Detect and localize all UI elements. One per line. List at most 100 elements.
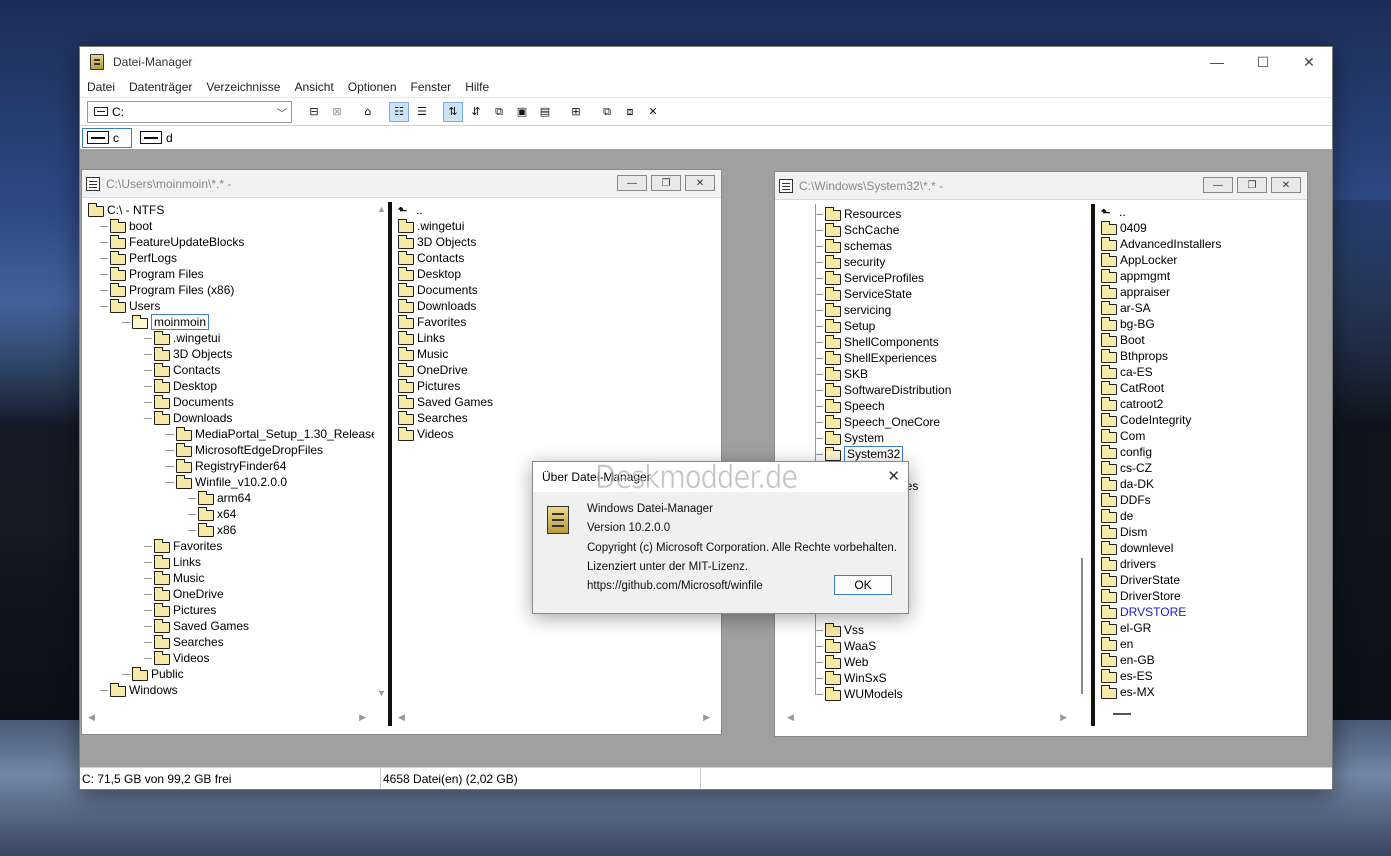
disconnect-network-drive-icon[interactable]: ⊠ — [327, 102, 347, 122]
tree-item[interactable]: C:\ - NTFS — [88, 202, 164, 218]
file-list-item[interactable]: bg-BG — [1101, 316, 1155, 332]
paste-icon[interactable]: ⧈ — [620, 102, 640, 122]
tree-item[interactable]: Public — [132, 666, 184, 682]
menu-hilfe[interactable]: Hilfe — [465, 80, 489, 94]
left-tree-pane[interactable]: C:\ - NTFS boot FeatureUpdateBlocks PerfLog… — [86, 202, 376, 714]
file-list-item[interactable]: drivers — [1101, 556, 1156, 572]
tree-item[interactable]: x64 — [198, 506, 236, 522]
tree-item[interactable]: PerfLogs — [110, 250, 177, 266]
file-list-item[interactable]: es-ES — [1101, 668, 1153, 684]
file-list-item[interactable]: AppLocker — [1101, 252, 1177, 268]
file-list-item[interactable]: cs-CZ — [1101, 460, 1152, 476]
tree-item[interactable]: boot — [110, 218, 152, 234]
tree-item[interactable]: MicrosoftEdgeDropFiles — [176, 442, 323, 458]
menu-optionen[interactable]: Optionen — [348, 80, 397, 94]
tree-item[interactable]: Contacts — [154, 362, 220, 378]
tree-item[interactable]: Videos — [154, 650, 209, 666]
file-list-item[interactable]: CodeIntegrity — [1101, 412, 1191, 428]
file-list-item[interactable]: CatRoot — [1101, 380, 1164, 396]
delete-icon[interactable]: ✕ — [643, 102, 663, 122]
close-button[interactable]: ✕ — [1286, 47, 1332, 77]
tree-item[interactable]: Program Files — [110, 266, 204, 282]
tree-item[interactable]: MediaPortal_Setup_1.30_Release — [176, 426, 376, 442]
left-file-list[interactable]: ⬑.. .wingetui 3D Objects Contacts Desktop Doc… — [394, 202, 714, 708]
tree-item[interactable]: SchCache — [825, 222, 899, 238]
copy-icon[interactable]: ⧉ — [597, 102, 617, 122]
tree-item[interactable]: ShellComponents — [825, 334, 939, 350]
parent-directory-item[interactable]: ⬑.. — [1101, 204, 1126, 220]
tree-item[interactable]: Favorites — [154, 538, 222, 554]
file-list-item[interactable]: 0409 — [1101, 220, 1147, 236]
tree-item[interactable]: Setup — [825, 318, 875, 334]
left-minimize-button[interactable]: — — [617, 175, 647, 191]
tree-item[interactable]: Windows — [110, 682, 178, 698]
file-list-item[interactable]: Boot — [1101, 332, 1145, 348]
tree-item[interactable]: Speech — [825, 398, 885, 414]
view-all-details-icon[interactable]: ☷ — [389, 101, 409, 122]
right-tree-pane[interactable]: Resources SchCache schemas security ServiceP… — [779, 204, 1069, 712]
tree-item[interactable]: System32 — [825, 446, 904, 462]
file-list-item[interactable]: Com — [1101, 428, 1145, 444]
menu-datei[interactable]: Datei — [87, 80, 115, 94]
tree-item[interactable]: Music — [154, 570, 204, 586]
file-list-item[interactable]: en-GB — [1101, 652, 1155, 668]
right-pane-splitter[interactable] — [1091, 204, 1095, 726]
tree-item[interactable]: .wingetui — [154, 330, 220, 346]
tree-item[interactable]: Downloads — [154, 410, 232, 426]
file-list-item[interactable]: da-DK — [1101, 476, 1154, 492]
file-list-item[interactable]: Videos — [398, 426, 453, 442]
menu-ansicht[interactable]: Ansicht — [294, 80, 333, 94]
menu-verzeichnisse[interactable]: Verzeichnisse — [206, 80, 280, 94]
file-list-item[interactable]: config — [1101, 444, 1152, 460]
tree-item[interactable]: Pictures — [154, 602, 216, 618]
tree-item[interactable]: ServiceProfiles — [825, 270, 924, 286]
menu-datentraeger[interactable]: Datenträger — [129, 80, 192, 94]
left-files-hscroll[interactable]: ◀ ▶ — [394, 711, 714, 725]
tree-item[interactable]: x86 — [198, 522, 236, 538]
file-list-item[interactable]: Links — [398, 330, 445, 346]
file-list-item[interactable]: ar-SA — [1101, 300, 1151, 316]
file-list-item[interactable]: DriverStore — [1101, 588, 1181, 604]
tree-item[interactable]: Desktop — [154, 378, 217, 394]
refresh-icon[interactable]: ⊞ — [566, 102, 586, 122]
file-list-item[interactable]: appraiser — [1101, 284, 1170, 300]
tree-item[interactable]: ServiceState — [825, 286, 912, 302]
tree-item[interactable]: Winfile_v10.2.0.0 — [176, 474, 287, 490]
file-list-item[interactable]: Dism — [1101, 524, 1147, 540]
file-list-item[interactable]: OneDrive — [398, 362, 468, 378]
file-list-item[interactable]: Downloads — [398, 298, 476, 314]
right-file-list[interactable]: ⬑.. 0409 AdvancedInstallers AppLocker appmgm… — [1097, 204, 1297, 710]
minimize-button[interactable]: — — [1194, 47, 1240, 77]
file-list-item[interactable]: Favorites — [398, 314, 466, 330]
tree-item[interactable]: WinSxS — [825, 670, 887, 686]
tree-item[interactable]: Links — [154, 554, 201, 570]
tree-item[interactable]: OneDrive — [154, 586, 224, 602]
tree-item[interactable]: Saved Games — [154, 618, 249, 634]
file-list-item[interactable]: Pictures — [398, 378, 460, 394]
file-list-item[interactable]: en — [1101, 636, 1133, 652]
tree-item[interactable]: moinmoin — [132, 314, 210, 330]
file-list-item[interactable]: Saved Games — [398, 394, 493, 410]
tree-item[interactable]: security — [825, 254, 885, 270]
right-restore-button[interactable]: ❐ — [1237, 177, 1267, 193]
tree-item[interactable]: Web — [825, 654, 868, 670]
connect-network-drive-icon[interactable]: ⊟ — [304, 102, 324, 122]
tree-item[interactable]: Program Files (x86) — [110, 282, 234, 298]
tree-item[interactable]: WaaS — [825, 638, 876, 654]
file-list-item[interactable]: DriverState — [1101, 572, 1180, 588]
new-window-icon[interactable]: ▤ — [535, 102, 555, 122]
tree-item[interactable]: Searches — [154, 634, 224, 650]
sort-by-size-icon[interactable]: ⧉ — [489, 102, 509, 122]
tree-item[interactable]: 3D Objects — [154, 346, 232, 362]
sort-by-type-icon[interactable]: ⇵ — [466, 102, 486, 122]
tree-item[interactable]: SoftwareDistribution — [825, 382, 951, 398]
file-list-item[interactable]: es-MX — [1101, 684, 1155, 700]
file-list-item[interactable]: appmgmt — [1101, 268, 1170, 284]
file-list-item[interactable]: Music — [398, 346, 448, 362]
tree-item[interactable]: servicing — [825, 302, 891, 318]
left-pane-splitter[interactable] — [388, 202, 392, 726]
tree-item[interactable]: SKB — [825, 366, 868, 382]
share-icon[interactable]: ⌂ — [358, 102, 378, 122]
file-list-item[interactable]: Bthprops — [1101, 348, 1168, 364]
tree-item[interactable]: FeatureUpdateBlocks — [110, 234, 244, 250]
